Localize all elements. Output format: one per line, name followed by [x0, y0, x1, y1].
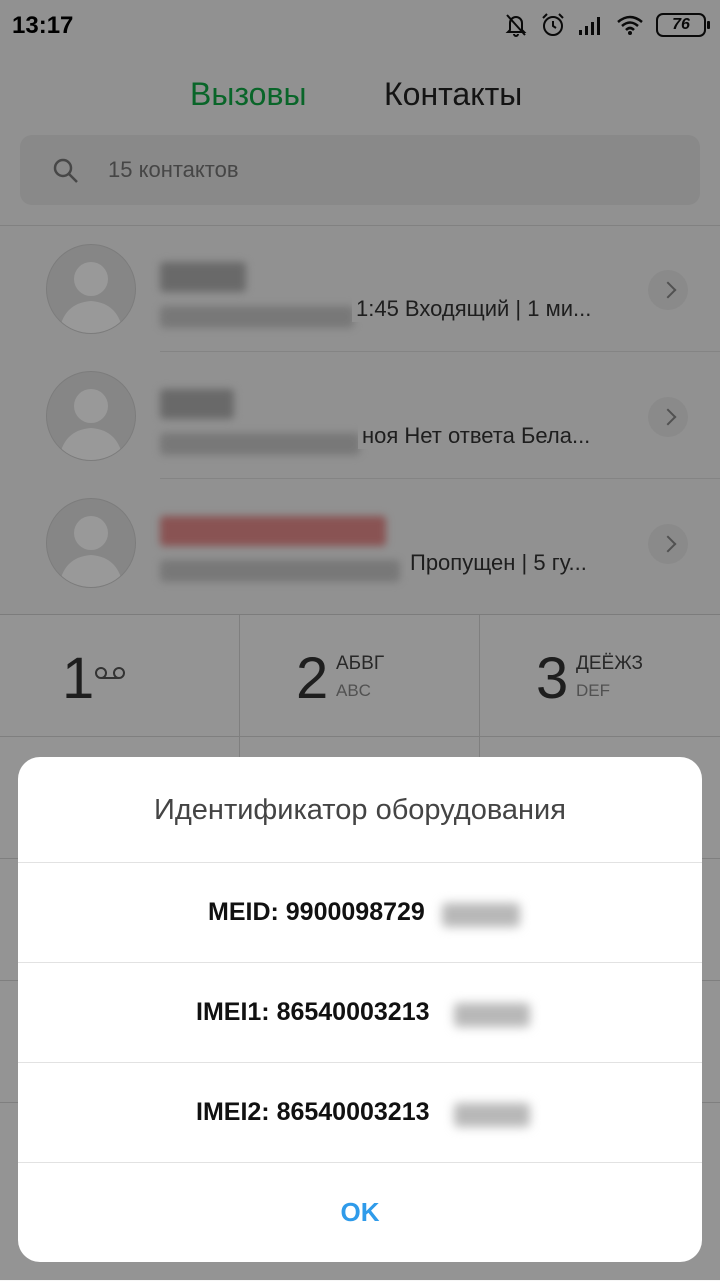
imei1-item[interactable]: IMEI1: 86540003213 [18, 963, 702, 1062]
imei1-value: IMEI1: 86540003213 [196, 998, 430, 1026]
meid-redacted [442, 903, 520, 927]
meid-value: MEID: 9900098729 [208, 898, 425, 926]
imei1-redacted [454, 1003, 530, 1027]
hardware-id-dialog: Идентификатор оборудования MEID: 9900098… [18, 757, 702, 1262]
dialog-title: Идентификатор оборудования [154, 794, 566, 826]
imei2-redacted [454, 1103, 530, 1127]
imei2-item[interactable]: IMEI2: 86540003213 [18, 1063, 702, 1162]
ok-button[interactable]: OK [18, 1163, 702, 1262]
imei2-value: IMEI2: 86540003213 [196, 1098, 430, 1126]
meid-item[interactable]: MEID: 9900098729 [18, 863, 702, 962]
